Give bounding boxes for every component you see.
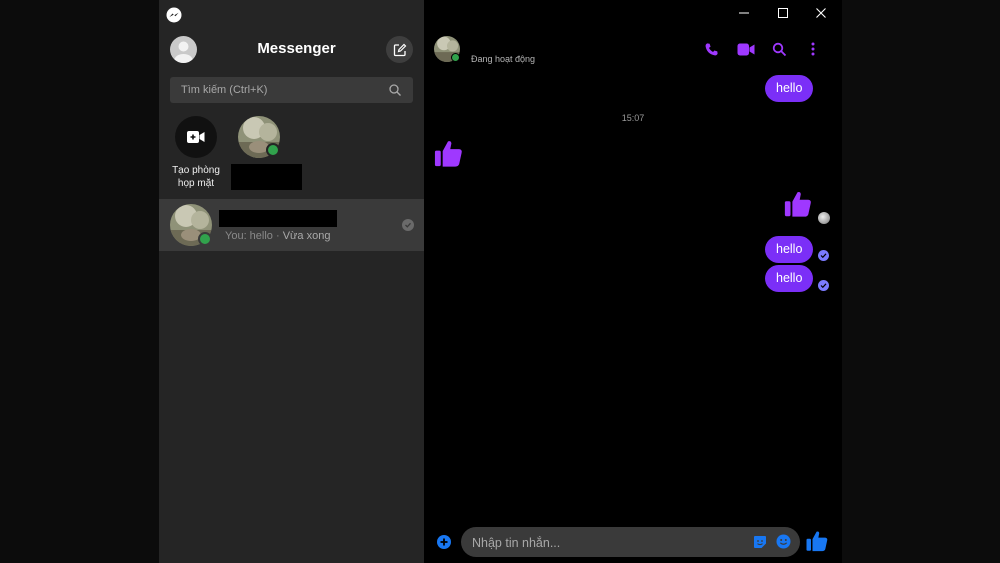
messenger-logo-icon	[166, 7, 182, 23]
search-box	[170, 77, 413, 103]
read-check-icon	[818, 250, 829, 261]
redacted-contact-name	[231, 164, 302, 190]
phone-icon	[705, 42, 718, 55]
redacted-conversation-name	[219, 210, 337, 227]
send-like-button[interactable]	[805, 529, 829, 553]
messenger-window: Messenger Tạo phòng họp mặt	[159, 0, 842, 563]
emoji-icon[interactable]	[776, 534, 791, 549]
thumbs-up-icon[interactable]	[433, 138, 464, 169]
conversation-preview: You: hello · Vừa xong	[225, 230, 330, 242]
search-conversation-button[interactable]	[770, 40, 788, 58]
conversation-item[interactable]: You: hello · Vừa xong	[159, 199, 424, 251]
chat-panel: Đang hoạt động hello 15:07 hello hello N…	[424, 0, 842, 563]
message-bubble-sent[interactable]: hello	[765, 265, 814, 292]
video-call-icon	[737, 43, 755, 55]
sticker-icon[interactable]	[753, 535, 767, 549]
video-call-button[interactable]	[735, 40, 757, 58]
delivered-check-icon	[402, 219, 414, 231]
search-input[interactable]	[170, 77, 391, 103]
new-message-button[interactable]	[386, 36, 413, 63]
message-input[interactable]	[461, 527, 744, 559]
search-icon[interactable]	[388, 83, 402, 97]
minimize-button[interactable]	[724, 0, 764, 26]
minimize-icon	[739, 12, 749, 14]
maximize-icon	[778, 8, 788, 18]
close-button[interactable]	[801, 0, 841, 26]
read-check-icon	[818, 280, 829, 291]
online-indicator	[451, 53, 460, 62]
composer	[461, 527, 800, 559]
message-timestamp: 15:07	[621, 113, 645, 123]
compose-icon	[393, 43, 406, 56]
seen-avatar	[818, 212, 830, 224]
plus-circle-icon[interactable]	[436, 534, 452, 550]
more-icon	[811, 42, 815, 56]
message-bubble-sent[interactable]: hello	[765, 75, 814, 102]
online-indicator	[266, 143, 280, 157]
more-options-button[interactable]	[804, 40, 822, 58]
online-indicator	[198, 232, 212, 246]
contact-status: Đang hoạt động	[471, 54, 536, 64]
thumbs-up-icon[interactable]	[783, 189, 813, 219]
maximize-button[interactable]	[763, 0, 803, 26]
last-message-time: Vừa xong	[282, 230, 331, 242]
message-bubble-sent[interactable]: hello	[765, 236, 814, 263]
create-room-button[interactable]	[175, 116, 217, 158]
sidebar: Messenger Tạo phòng họp mặt	[159, 0, 424, 563]
video-plus-icon	[187, 131, 205, 143]
create-room-label: Tạo phòng họp mặt	[172, 165, 220, 189]
last-message: You: hello ·	[225, 230, 283, 242]
close-icon	[816, 8, 826, 18]
voice-call-button[interactable]	[702, 40, 720, 58]
search-icon	[772, 42, 786, 56]
